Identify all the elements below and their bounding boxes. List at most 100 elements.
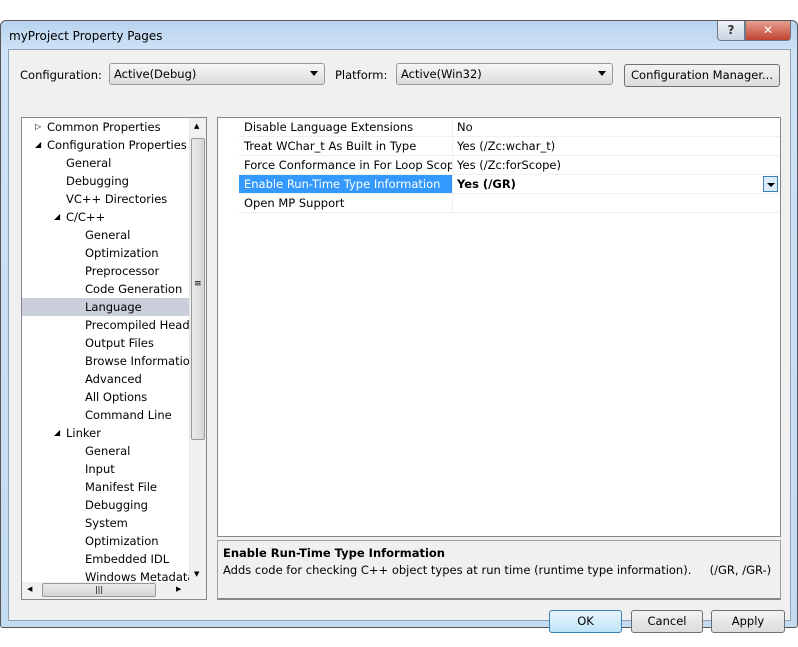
property-row[interactable]: Treat WChar_t As Built in Type Yes (/Zc:w… [239, 137, 780, 156]
value-dropdown-button[interactable] [763, 176, 778, 192]
tree-item[interactable]: Precompiled Heade [22, 316, 197, 334]
tree-item[interactable]: Browse Information [22, 352, 197, 370]
chevron-down-icon [310, 71, 318, 76]
platform-dropdown[interactable]: Active(Win32) [396, 63, 613, 85]
tree-item[interactable]: VC++ Directories [22, 190, 190, 208]
window-title: myProject Property Pages [9, 29, 163, 43]
tree-item[interactable]: Advanced [22, 370, 190, 388]
tree-item-label: Language [85, 300, 142, 314]
tree-item[interactable]: Input [22, 460, 190, 478]
tree-item[interactable]: System [22, 514, 190, 532]
configuration-dropdown[interactable]: Active(Debug) [109, 63, 325, 85]
property-grid: Disable Language Extensions No Treat WChar… [217, 117, 781, 537]
tree-vertical-scrollbar[interactable]: ▲ ≡ ▼ [189, 118, 206, 582]
tree-item-label: Optimization [85, 246, 159, 260]
property-value[interactable]: Yes (/Zc:forScope) [454, 156, 561, 174]
tree-item[interactable]: Code Generation [22, 280, 190, 298]
tree-horizontal-scrollbar[interactable]: ◀ ||| ▶ [22, 582, 206, 599]
tree-item-label: Output Files [85, 336, 154, 350]
platform-label: Platform: [335, 68, 388, 82]
cancel-button[interactable]: Cancel [631, 610, 703, 633]
property-value[interactable]: No [454, 118, 473, 136]
property-tree[interactable]: Windows Metadata Embedded IDL Optimization… [21, 117, 207, 600]
collapsed-arrow-icon[interactable]: ▷ [35, 118, 41, 136]
tree-item-label: Input [85, 462, 115, 476]
expanded-arrow-icon[interactable]: ◢ [35, 136, 41, 154]
tree-item[interactable]: ◢ Linker [22, 424, 190, 442]
scroll-down-icon[interactable]: ▼ [194, 570, 199, 578]
close-button[interactable]: ✕ [745, 21, 791, 41]
tree-item-label: General [85, 444, 131, 458]
tree-item[interactable]: Output Files [22, 334, 190, 352]
property-pages-window: myProject Property Pages ? ✕ Configurati… [0, 20, 798, 633]
property-name: Open MP Support [239, 194, 453, 212]
tree-item-label: Embedded IDL [85, 552, 170, 566]
property-row[interactable]: Enable Run-Time Type Information Yes (/GR… [239, 175, 780, 194]
chevron-down-icon [598, 71, 606, 76]
tree-item[interactable]: Preprocessor [22, 262, 190, 280]
ok-button[interactable]: OK [549, 610, 622, 633]
tree-item-label: General [66, 156, 112, 170]
chevron-down-icon [767, 183, 775, 187]
property-value[interactable]: Yes (/Zc:wchar_t) [454, 137, 555, 155]
tree-item[interactable]: Embedded IDL [22, 550, 190, 568]
scroll-left-icon[interactable]: ◀ [27, 585, 32, 593]
property-name: Treat WChar_t As Built in Type [239, 137, 453, 155]
description-title: Enable Run-Time Type Information [223, 546, 445, 560]
tree-item[interactable]: ▷ Common Properties [22, 118, 190, 136]
tree-item[interactable]: ◢ Configuration Properties [22, 136, 190, 154]
grip-icon: ||| [94, 585, 104, 594]
tree-item-label: All Options [85, 390, 148, 404]
tree-item-label: Code Generation [85, 282, 183, 296]
grip-icon: ≡ [194, 279, 202, 289]
tree-item[interactable]: Optimization [22, 244, 190, 262]
tree-item-label: Advanced [85, 372, 142, 386]
tree-item-label: VC++ Directories [66, 192, 168, 206]
tree-item-label: Optimization [85, 534, 159, 548]
expanded-arrow-icon[interactable]: ◢ [54, 424, 60, 442]
tree-item-label: Browse Information [85, 354, 198, 368]
tree-item-label: Common Properties [47, 120, 161, 134]
tree-item-label: Preprocessor [85, 264, 160, 278]
scroll-thumb[interactable]: ≡ [191, 138, 205, 440]
tree-item[interactable]: General [22, 442, 190, 460]
property-row[interactable]: Open MP Support [239, 194, 780, 213]
property-name: Force Conformance in For Loop Scope [239, 156, 453, 174]
tree-item[interactable]: Debugging [22, 172, 190, 190]
tree-item[interactable]: General [22, 154, 190, 172]
scroll-thumb[interactable]: ||| [42, 583, 156, 597]
tree-item[interactable]: Manifest File [22, 478, 190, 496]
tree-item[interactable]: Command Line [22, 406, 190, 424]
tree-item[interactable]: All Options [22, 388, 190, 406]
tree-item-label: Debugging [66, 174, 129, 188]
tree-item[interactable]: General [22, 226, 190, 244]
tree-item-label: System [85, 516, 128, 530]
configuration-label: Configuration: [20, 68, 102, 82]
tree-item-label: Precompiled Heade [85, 318, 197, 332]
property-name: Enable Run-Time Type Information [239, 175, 453, 193]
configuration-manager-button[interactable]: Configuration Manager... [624, 64, 780, 87]
dialog-client: Configuration: Active(Debug) Platform: A… [8, 49, 791, 633]
property-row[interactable]: Force Conformance in For Loop Scope Yes (… [239, 156, 780, 175]
platform-value: Active(Win32) [401, 67, 482, 81]
scroll-right-icon[interactable]: ▶ [176, 585, 181, 593]
description-panel: Enable Run-Time Type Information Adds co… [217, 540, 781, 600]
expanded-arrow-icon[interactable]: ◢ [54, 208, 60, 226]
tree-item-label: Command Line [85, 408, 172, 422]
tree-item[interactable]: Optimization [22, 532, 190, 550]
configuration-value: Active(Debug) [114, 67, 197, 81]
property-value[interactable]: Yes (/GR) [454, 175, 516, 193]
apply-button[interactable]: Apply [711, 610, 785, 633]
tree-item[interactable]: Language [22, 298, 190, 316]
property-name: Disable Language Extensions [239, 118, 453, 136]
description-text: Adds code for checking C++ object types … [223, 563, 772, 577]
tree-item[interactable]: ◢ C/C++ [22, 208, 190, 226]
tree-item-label: C/C++ [66, 210, 106, 224]
tree-item[interactable]: Debugging [22, 496, 190, 514]
help-button[interactable]: ? [717, 21, 745, 41]
tree-item-label: Debugging [85, 498, 148, 512]
scroll-up-icon[interactable]: ▲ [194, 122, 199, 130]
tree-item-label: General [85, 228, 131, 242]
tree-item-label: Configuration Properties [47, 138, 187, 152]
property-row[interactable]: Disable Language Extensions No [239, 118, 780, 137]
